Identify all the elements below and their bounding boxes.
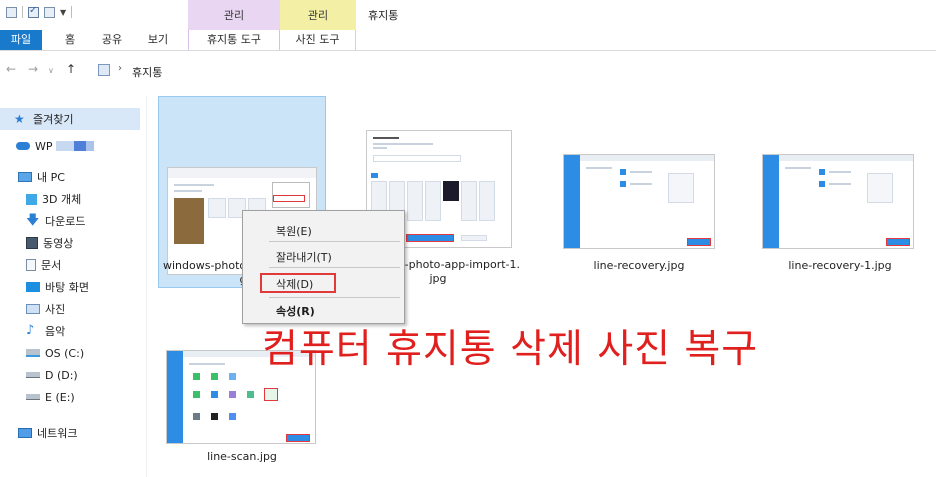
tab-picture-tools[interactable]: 사진 도구 xyxy=(280,30,356,50)
menu-divider xyxy=(269,267,400,268)
cloud-icon xyxy=(16,142,30,150)
sidebar-item-label: 내 PC xyxy=(37,171,65,184)
sidebar-item-label: 문서 xyxy=(41,259,62,272)
properties-icon[interactable] xyxy=(6,6,17,18)
thumbnail xyxy=(563,154,715,249)
sidebar-item-network[interactable]: 네트워크 xyxy=(0,422,158,444)
sidebar-item-label: 사진 xyxy=(45,303,66,316)
sidebar-item-label: 바탕 화면 xyxy=(45,281,89,294)
sidebar-item-favorites[interactable]: ★ 즐겨찾기 xyxy=(0,108,140,130)
file-name: line-recovery-1.jpg xyxy=(788,259,892,272)
file-tile[interactable]: line-recovery-1.jpg xyxy=(756,96,924,288)
window-title: 휴지통 xyxy=(368,9,399,22)
network-icon xyxy=(18,428,32,438)
toolbar-divider xyxy=(71,6,73,18)
thumbnail xyxy=(762,154,914,249)
sidebar-item-downloads[interactable]: 🡇 다운로드 xyxy=(0,210,166,232)
sidebar-item-drive-d[interactable]: D (D:) xyxy=(0,364,166,386)
sidebar-item-drive-e[interactable]: E (E:) xyxy=(0,386,166,408)
file-name: line-scan.jpg xyxy=(207,450,277,463)
toolbar-divider xyxy=(22,6,23,18)
pictures-icon xyxy=(26,304,40,314)
breadcrumb-chevron-icon[interactable]: › xyxy=(118,63,122,74)
sidebar-item-label: 동영상 xyxy=(43,237,74,250)
ribbon-tabs: 파일 홈 공유 보기 휴지통 도구 사진 도구 xyxy=(0,30,936,51)
checkmark-icon[interactable] xyxy=(28,5,39,18)
sidebar-item-label: 네트워크 xyxy=(37,427,78,440)
up-arrow-icon[interactable]: ↑ xyxy=(66,62,76,76)
sidebar-item-label: 즐겨찾기 xyxy=(33,113,74,126)
quick-access-toolbar: ▼ xyxy=(6,5,73,18)
sidebar-item-label: WP xyxy=(35,139,53,153)
drive-icon xyxy=(26,394,40,400)
photo-context-header: 관리 xyxy=(280,0,356,30)
recent-locations-chevron-icon[interactable]: ∨ xyxy=(48,66,54,75)
sidebar-item-desktop[interactable]: 바탕 화면 xyxy=(0,276,166,298)
sidebar-item-label: OS (C:) xyxy=(45,346,85,360)
back-arrow-icon[interactable]: ← xyxy=(6,62,16,76)
context-menu: 복원(E) 잘라내기(T) 삭제(D) 속성(R) xyxy=(242,210,405,324)
desktop-icon xyxy=(26,282,40,292)
file-name: line-recovery.jpg xyxy=(593,259,685,272)
drive-icon xyxy=(26,349,40,357)
tab-view[interactable]: 보기 xyxy=(140,30,176,50)
document-icon xyxy=(26,259,36,271)
menu-divider xyxy=(269,297,400,298)
menu-item-restore[interactable]: 복원(E) xyxy=(276,223,312,239)
sidebar-item-wp[interactable]: WP xyxy=(0,135,156,157)
account-redaction-icon xyxy=(85,141,94,151)
sidebar-item-music[interactable]: ♪ 음악 xyxy=(0,320,166,342)
sidebar-item-label: E (E:) xyxy=(45,390,75,404)
video-icon xyxy=(26,237,38,249)
address-bar: ← → ∨ ↑ › 휴지통 xyxy=(0,58,936,84)
sidebar-item-drive-c[interactable]: OS (C:) xyxy=(0,342,166,364)
customize-dropdown-icon[interactable]: ▼ xyxy=(60,8,66,17)
sidebar-item-pictures[interactable]: 사진 xyxy=(0,298,166,320)
music-icon: ♪ xyxy=(26,323,35,338)
menu-item-properties[interactable]: 속성(R) xyxy=(276,303,315,319)
navigation-pane: ★ 즐겨찾기 WP 내 PC 3D 개체 🡇 다운로드 동영상 문서 바탕 화면… xyxy=(0,96,146,477)
recycle-bin-icon xyxy=(98,64,110,76)
sidebar-item-label: 다운로드 xyxy=(45,215,86,228)
sidebar-item-videos[interactable]: 동영상 xyxy=(0,232,166,254)
sidebar-item-3d-objects[interactable]: 3D 개체 xyxy=(0,188,166,210)
tab-home[interactable]: 홈 xyxy=(55,30,85,50)
tab-recycle-bin-tools[interactable]: 휴지통 도구 xyxy=(188,30,280,50)
star-icon: ★ xyxy=(14,112,25,126)
new-folder-icon[interactable] xyxy=(44,6,55,18)
forward-arrow-icon[interactable]: → xyxy=(28,62,38,76)
tab-share[interactable]: 공유 xyxy=(94,30,130,50)
menu-divider xyxy=(269,241,400,242)
sidebar-item-this-pc[interactable]: 내 PC xyxy=(0,166,158,188)
menu-item-delete[interactable]: 삭제(D) xyxy=(276,276,313,292)
menu-item-cut[interactable]: 잘라내기(T) xyxy=(276,249,332,265)
account-redaction-icon xyxy=(73,141,86,151)
computer-icon xyxy=(18,172,32,182)
pane-divider[interactable] xyxy=(146,96,147,477)
recycle-bin-context-header: 관리 xyxy=(188,0,280,30)
download-icon: 🡇 xyxy=(26,213,40,228)
drive-icon xyxy=(26,372,40,378)
title-bar: ▼ 관리 관리 휴지통 xyxy=(0,0,936,30)
sidebar-item-documents[interactable]: 문서 xyxy=(0,254,166,276)
file-tile[interactable]: line-recovery.jpg xyxy=(555,96,723,288)
cube-icon xyxy=(26,193,37,205)
overlay-title: 컴퓨터 휴지통 삭제 사진 복구 xyxy=(262,327,759,372)
sidebar-item-label: 3D 개체 xyxy=(42,193,82,206)
tab-file[interactable]: 파일 xyxy=(0,30,42,50)
sidebar-item-label: D (D:) xyxy=(45,368,78,382)
breadcrumb[interactable]: 휴지통 xyxy=(132,64,162,80)
account-redaction-icon xyxy=(55,141,74,151)
sidebar-item-label: 음악 xyxy=(45,325,66,338)
